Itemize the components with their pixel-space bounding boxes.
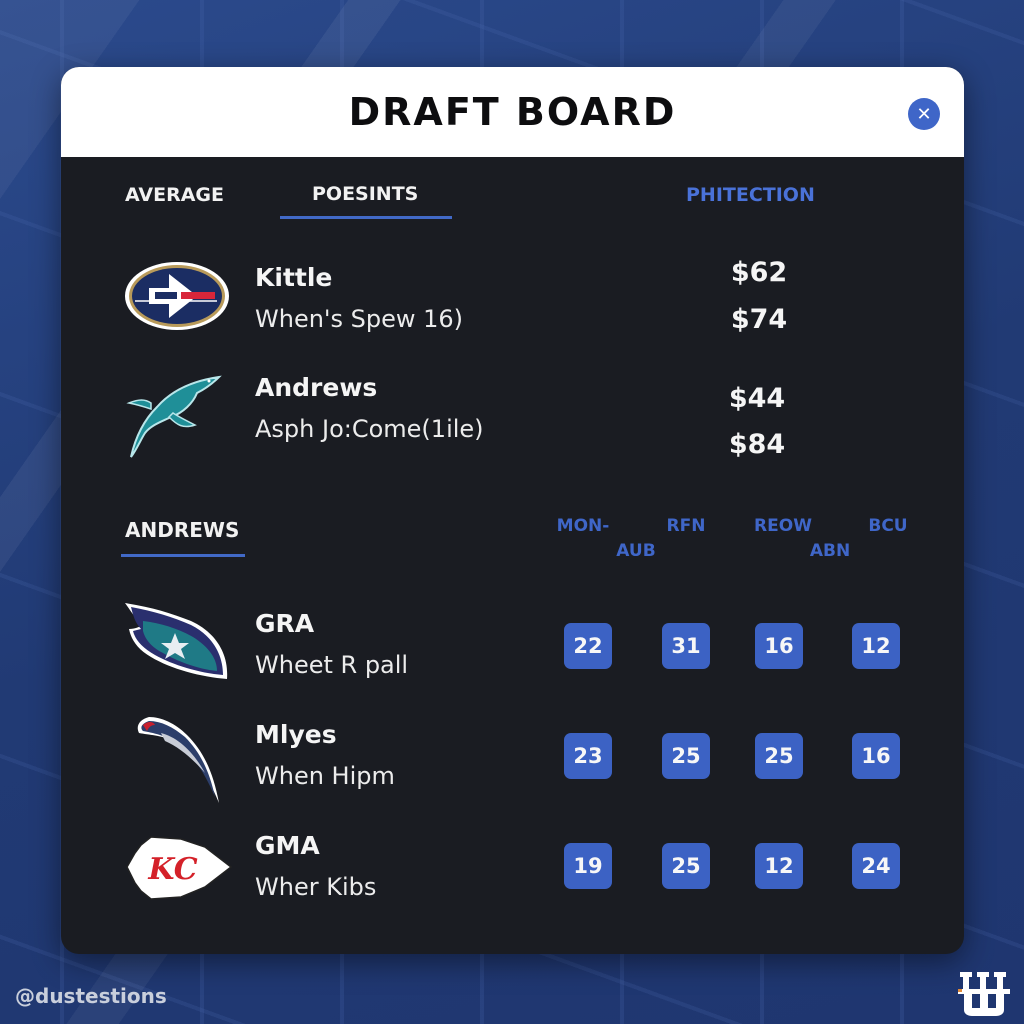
page-title: DRAFT BOARD xyxy=(348,90,677,134)
draft-board-panel: DRAFT BOARD ✕ AVERAGE POESINTS PHITECTIO… xyxy=(61,67,964,954)
section-underline xyxy=(121,554,245,557)
oval-arrow-logo-icon xyxy=(125,262,229,330)
player-subtitle: When's Spew 16) xyxy=(255,305,464,333)
panel-header: DRAFT BOARD ✕ xyxy=(61,67,964,157)
kc-arrowhead-logo-icon: KC xyxy=(126,836,233,900)
stat-badge[interactable]: 25 xyxy=(662,733,710,779)
row-name: GRA xyxy=(255,609,315,638)
row-name: GMA xyxy=(255,831,320,860)
player-subtitle: Asph Jo:Come(1ile) xyxy=(255,415,484,443)
stat-badge[interactable]: 12 xyxy=(852,623,900,669)
close-icon: ✕ xyxy=(916,104,932,124)
price-value: $74 xyxy=(730,304,788,335)
tab-poesints[interactable]: POESINTS xyxy=(279,183,453,219)
stat-badge[interactable]: 25 xyxy=(662,843,710,889)
row-subtitle: Wher Kibs xyxy=(255,873,377,901)
price-value: $84 xyxy=(728,429,786,460)
tab-phitection[interactable]: PHITECTION xyxy=(686,184,815,206)
column-header-sub: ABN xyxy=(809,541,851,561)
stat-badge[interactable]: 22 xyxy=(564,623,612,669)
column-header-sub: AUB xyxy=(616,541,656,561)
section-label[interactable]: ANDREWS xyxy=(125,518,239,542)
stat-badge[interactable]: 31 xyxy=(662,623,710,669)
stat-badge[interactable]: 25 xyxy=(755,733,803,779)
stat-badge[interactable]: 16 xyxy=(852,733,900,779)
player-name: Andrews xyxy=(255,373,378,402)
price-value: $62 xyxy=(730,257,788,288)
stat-badge[interactable]: 19 xyxy=(564,843,612,889)
close-button[interactable]: ✕ xyxy=(908,98,940,130)
column-header[interactable]: MON- xyxy=(533,516,633,536)
w-brand-logo-icon xyxy=(958,972,1010,1016)
tab-average[interactable]: AVERAGE xyxy=(125,184,224,206)
svg-text:KC: KC xyxy=(147,852,197,887)
stat-badge[interactable]: 16 xyxy=(755,623,803,669)
row-subtitle: Wheet R pall xyxy=(255,651,409,679)
feather-logo-icon xyxy=(137,717,219,803)
column-header[interactable]: REOW xyxy=(733,516,833,536)
row-subtitle: When Hipm xyxy=(255,762,395,790)
stat-badge[interactable]: 12 xyxy=(755,843,803,889)
dolphin-logo-icon xyxy=(126,375,222,458)
column-header[interactable]: RFN xyxy=(636,516,736,536)
player-name: Kittle xyxy=(255,263,333,292)
flame-shield-logo-icon xyxy=(125,603,228,679)
row-name: Mlyes xyxy=(255,720,337,749)
price-value: $44 xyxy=(728,383,786,414)
stat-badge[interactable]: 24 xyxy=(852,843,900,889)
social-handle: @dustestions xyxy=(15,984,167,1008)
column-header[interactable]: BCU xyxy=(838,516,938,536)
column-header-line: MON- xyxy=(556,516,610,536)
stat-badge[interactable]: 23 xyxy=(564,733,612,779)
